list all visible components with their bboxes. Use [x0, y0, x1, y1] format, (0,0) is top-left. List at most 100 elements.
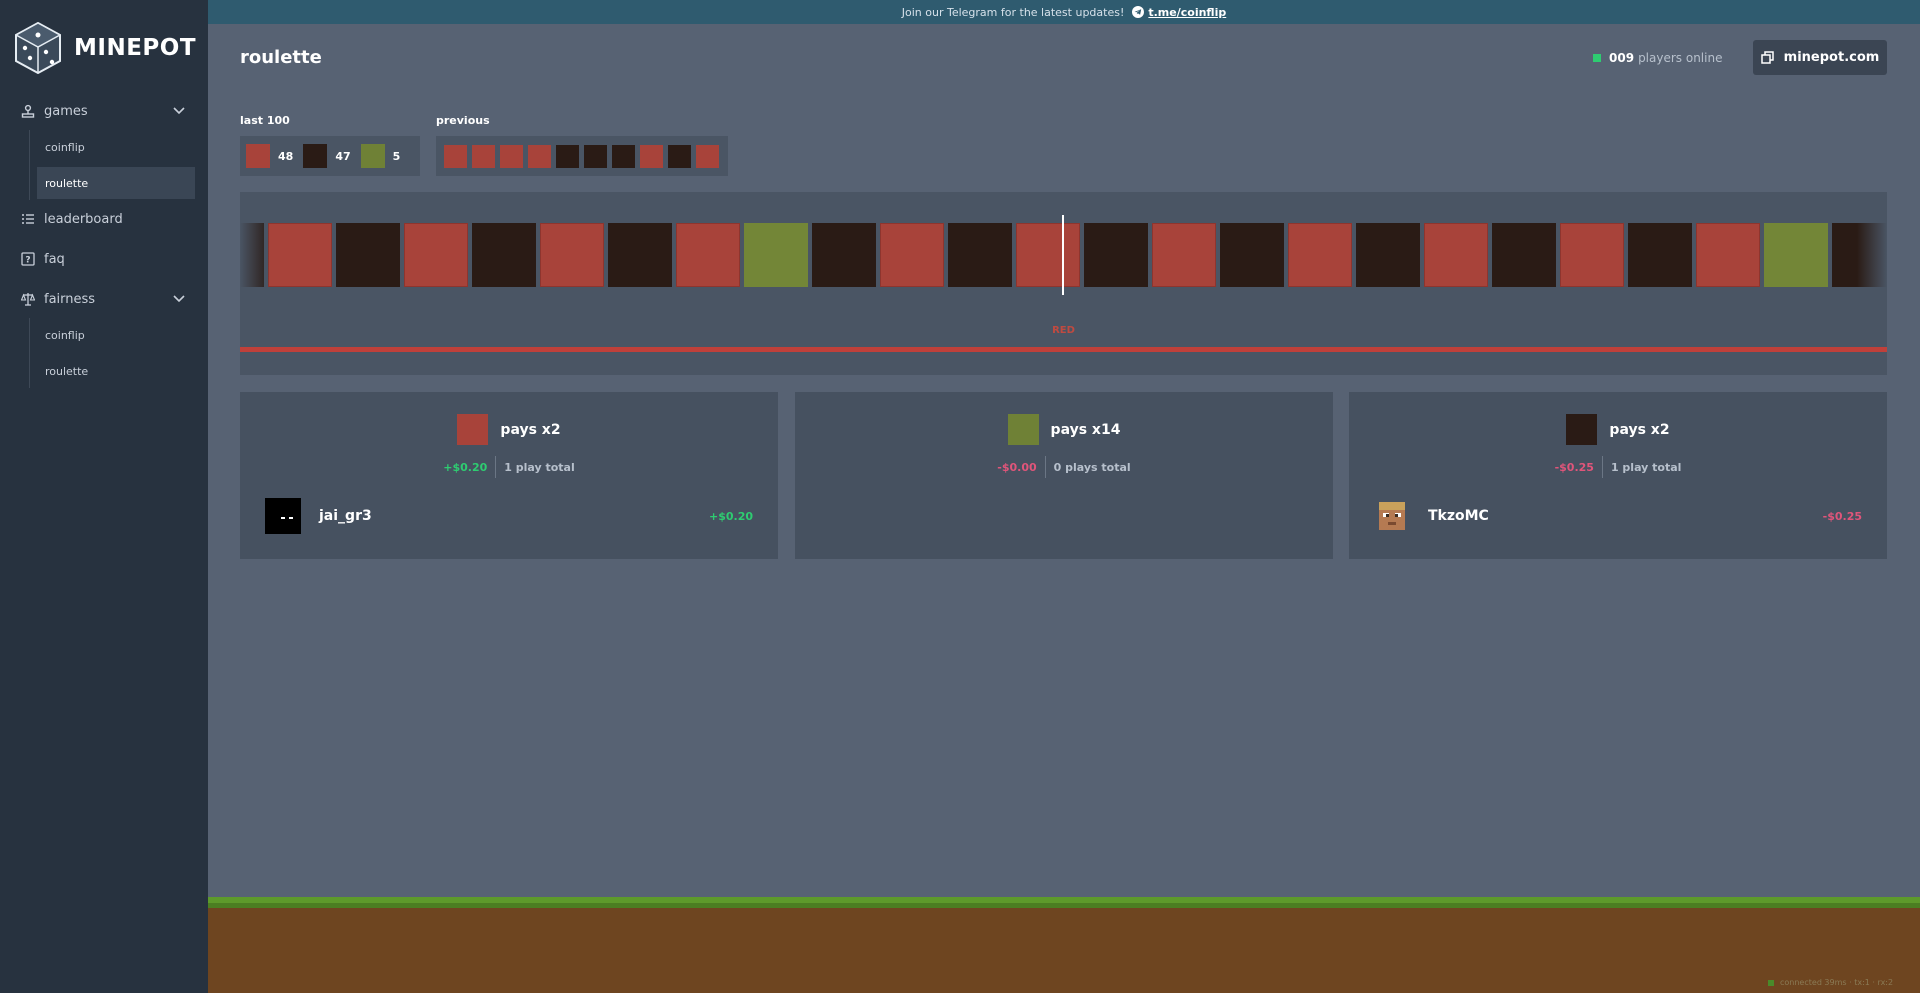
player-name[interactable]: jai_gr3	[319, 508, 709, 524]
payout-label: pays x2	[1609, 421, 1670, 438]
site-link-label: minepot.com	[1783, 50, 1880, 65]
bet-panel-stats: +$0.20 1 play total	[240, 456, 778, 478]
bet-row: TkzoMC -$0.25	[1374, 498, 1862, 534]
site-link-button[interactable]: minepot.com	[1753, 40, 1887, 75]
stats-divider	[1044, 456, 1046, 478]
copy-icon	[1760, 51, 1774, 64]
roulette-tile-green	[744, 223, 808, 287]
roulette-tile-red	[676, 223, 740, 287]
payout-label: pays x2	[500, 421, 561, 438]
roulette-tile-black	[1628, 223, 1692, 287]
roulette-tile-red	[404, 223, 468, 287]
announcement-banner: Join our Telegram for the latest updates…	[208, 0, 1920, 24]
players-online: 009 players online	[1593, 51, 1722, 65]
roulette-tile-red	[1152, 223, 1216, 287]
panel-total: -$0.00	[997, 460, 1037, 474]
nav-games-roulette-label: roulette	[45, 176, 89, 190]
previous-result-black	[668, 144, 691, 168]
roulette-tile-red	[268, 223, 332, 287]
brand-name: MINEPOT	[74, 35, 197, 61]
plays-total: 0 plays total	[1053, 460, 1131, 474]
roulette-tile-black	[608, 223, 672, 287]
connection-text: connected 39ms · tx:1 · rx:2	[1780, 978, 1894, 987]
bet-color-swatch	[457, 414, 489, 445]
question-icon: ?	[21, 252, 35, 266]
player-name[interactable]: TkzoMC	[1428, 508, 1823, 524]
roulette-tile-black	[1084, 223, 1148, 287]
nav-leaderboard[interactable]: leaderboard	[0, 201, 208, 237]
roulette-tile-red	[1560, 223, 1624, 287]
plays-total: 1 play total	[504, 460, 575, 474]
bet-row: jai_gr3 +$0.20	[265, 498, 753, 534]
bet-panel-header: pays x2	[1349, 414, 1887, 445]
green-count: 5	[392, 149, 401, 163]
plays-total: 1 play total	[1610, 460, 1682, 474]
panel-total: +$0.20	[443, 460, 488, 474]
telegram-icon	[1132, 6, 1145, 18]
bet-panel-green[interactable]: pays x14 -$0.00 0 plays total	[795, 392, 1333, 559]
roulette-tile-red	[1288, 223, 1352, 287]
bet-panel-header: pays x14	[795, 414, 1333, 445]
connection-dot	[1768, 979, 1774, 986]
nav-games-label: games	[44, 103, 88, 119]
sidebar: MINEPOT games coinflip roulette leaderbo…	[0, 0, 208, 993]
sub-divider	[29, 318, 30, 388]
chevron-down-icon[interactable]	[173, 106, 185, 116]
roulette-tile-red	[1424, 223, 1488, 287]
roulette-tile-black	[1492, 223, 1556, 287]
scale-icon	[21, 292, 35, 306]
roulette-tile-red	[1016, 223, 1080, 287]
nav-games[interactable]: games	[0, 93, 208, 129]
bet-panel-stats: -$0.25 1 play total	[1349, 456, 1887, 478]
online-label: players online	[1638, 51, 1723, 65]
green-swatch	[360, 144, 385, 168]
sub-divider	[29, 130, 30, 200]
roulette-tile-black	[1356, 223, 1420, 287]
roulette-tile-green	[1764, 223, 1828, 287]
telegram-link[interactable]: t.me/coinflip	[1148, 6, 1226, 19]
nav-fairness-roulette[interactable]: roulette	[37, 355, 195, 387]
roulette-tile-red	[540, 223, 604, 287]
bet-amount: +$0.20	[708, 509, 753, 523]
black-swatch	[303, 144, 328, 168]
roulette-pointer	[1062, 215, 1064, 295]
chevron-down-icon[interactable]	[173, 294, 185, 304]
nav-fairness-coinflip[interactable]: coinflip	[37, 319, 195, 351]
stats-divider	[495, 456, 497, 478]
roulette-tile-black	[1220, 223, 1284, 287]
nav-fairness-coinflip-label: coinflip	[45, 328, 85, 342]
nav-fairness[interactable]: fairness	[0, 281, 208, 317]
nav-fairness-roulette-label: roulette	[45, 364, 89, 378]
previous-result-red	[472, 144, 495, 168]
stats-divider	[1601, 456, 1603, 478]
payout-label: pays x14	[1050, 421, 1121, 438]
roulette-tile-black	[336, 223, 400, 287]
dirt-decoration	[208, 908, 1920, 993]
list-icon	[21, 212, 35, 226]
nav-games-coinflip[interactable]: coinflip	[37, 131, 195, 163]
roulette-strip: RED	[240, 192, 1887, 375]
red-count: 48	[278, 149, 294, 163]
nav-faq[interactable]: ? faq	[0, 241, 208, 277]
banner-text: Join our Telegram for the latest updates…	[901, 5, 1125, 19]
bet-panel-red[interactable]: pays x2 +$0.20 1 play total jai_gr3 +$0.20	[240, 392, 778, 559]
connection-status: connected 39ms · tx:1 · rx:2	[1768, 978, 1893, 987]
previous-results	[436, 136, 728, 176]
nav-leaderboard-label: leaderboard	[44, 211, 123, 227]
nav-games-roulette[interactable]: roulette	[37, 167, 195, 199]
previous-result-red	[500, 144, 523, 168]
previous-result-red	[696, 144, 719, 168]
bet-color-swatch	[1007, 414, 1039, 445]
previous-result-black	[612, 144, 635, 168]
roulette-tile-black	[812, 223, 876, 287]
nav-games-coinflip-label: coinflip	[45, 140, 85, 154]
previous-result-black	[584, 144, 607, 168]
bet-panel-black[interactable]: pays x2 -$0.25 1 play total TkzoMC -$0.25	[1349, 392, 1887, 559]
bet-amount: -$0.25	[1822, 509, 1862, 523]
dice-logo-icon	[15, 22, 61, 74]
roulette-tile-black	[472, 223, 536, 287]
roulette-tile-red	[1696, 223, 1760, 287]
last100-label: last 100	[240, 114, 290, 127]
logo[interactable]: MINEPOT	[15, 22, 196, 74]
panel-total: -$0.25	[1554, 460, 1594, 474]
